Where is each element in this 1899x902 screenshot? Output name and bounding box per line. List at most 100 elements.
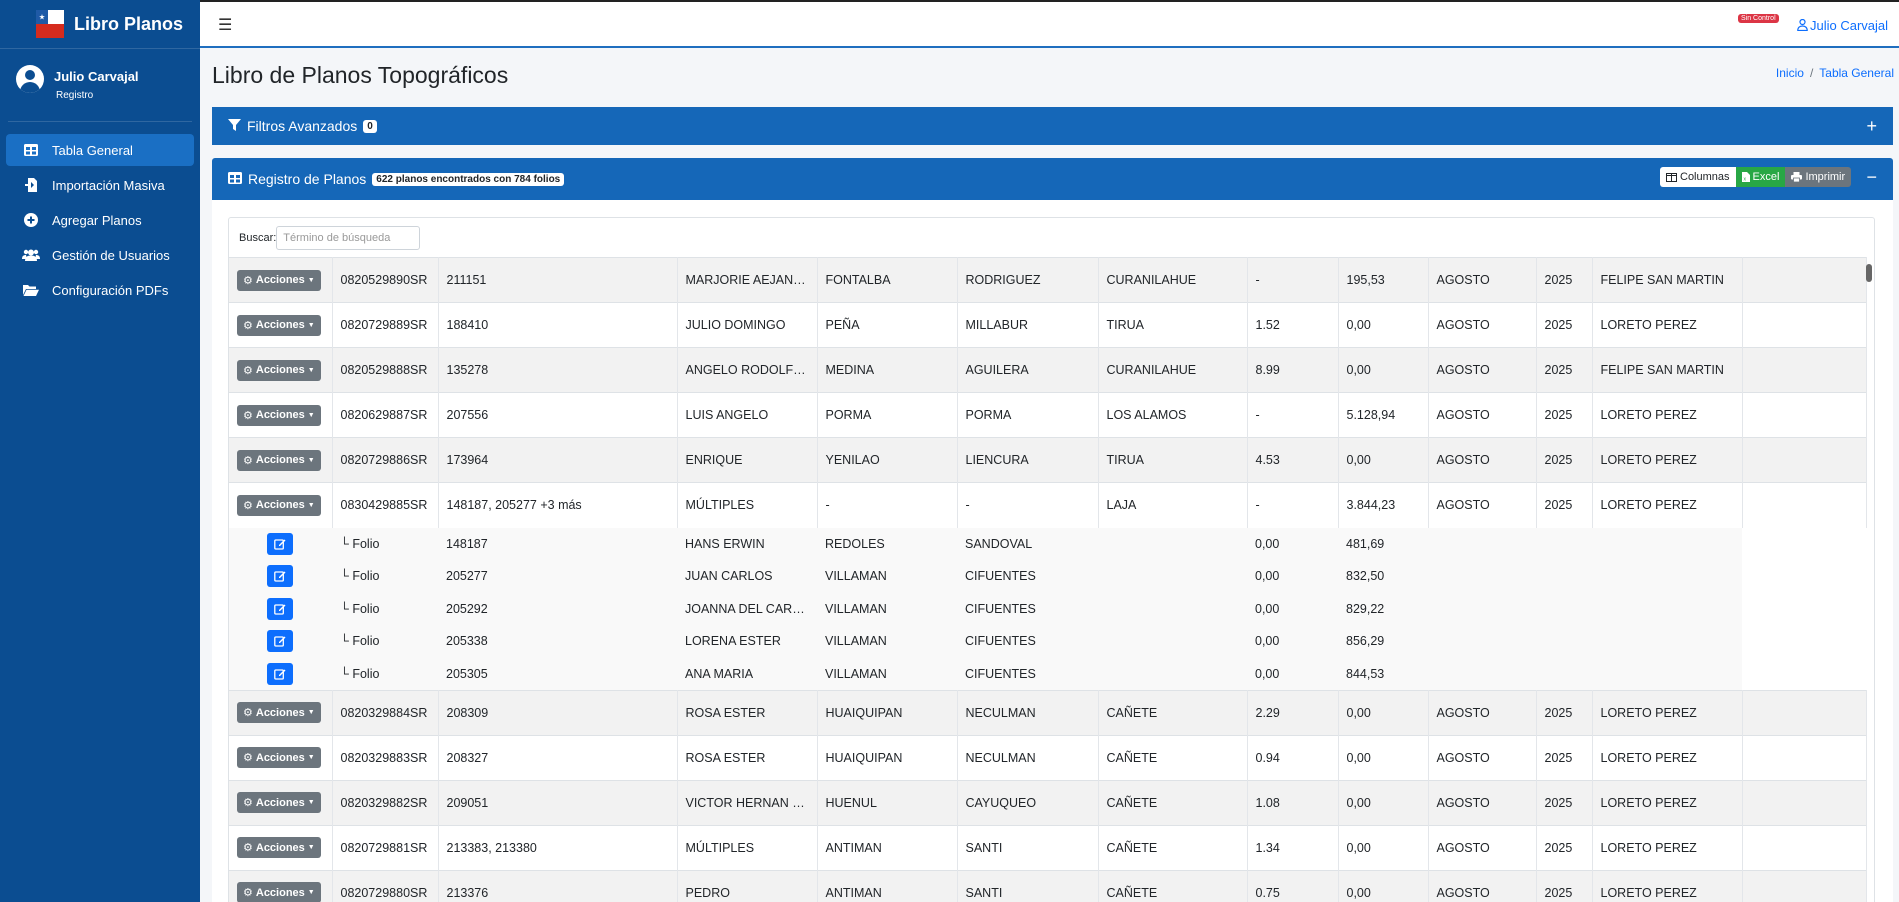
caret-down-icon: ▼ xyxy=(307,501,315,509)
acciones-label: Acciones xyxy=(255,886,305,899)
user-name[interactable]: Julio Carvajal xyxy=(54,69,139,84)
sidebar-item-agregar-planos[interactable]: Agregar Planos xyxy=(6,204,194,236)
acciones-dropdown-button[interactable]: ⚙ Acciones ▼ xyxy=(237,747,321,768)
acciones-cell: ⚙ Acciones ▼ xyxy=(229,824,333,870)
cell-mes: AGOSTO xyxy=(1428,482,1537,528)
cell-mes: AGOSTO xyxy=(1428,734,1537,780)
cell-ha: 4.53 xyxy=(1247,437,1339,483)
edit-folio-button[interactable] xyxy=(267,662,293,685)
cell-resp: LORETO PEREZ xyxy=(1592,824,1743,870)
cell-nombres: MÚLTIPLES xyxy=(677,824,818,870)
cell-nombres: ROSA ESTER xyxy=(677,734,818,780)
cell-nombres: JULIO DOMINGO xyxy=(677,302,818,348)
acciones-dropdown-button[interactable]: ⚙ Acciones ▼ xyxy=(237,449,321,471)
subcell-ap2: CIFUENTES xyxy=(957,625,1098,658)
folio-subrow: └ Folio 205305 ANA MARIA VILLAMAN CIFUENTES 0… xyxy=(229,657,1866,690)
cell-ap2: CAYUQUEO xyxy=(957,779,1099,825)
cell-plano: 0820329884SR xyxy=(332,689,439,735)
cell-resp: LORETO PEREZ xyxy=(1592,392,1743,438)
cell-comuna: TIRUA xyxy=(1098,437,1248,483)
caret-down-icon: ▼ xyxy=(307,889,315,897)
subcell-ha: 0,00 xyxy=(1247,527,1338,560)
acciones-dropdown-button[interactable]: ⚙ Acciones ▼ xyxy=(237,837,321,858)
edit-folio-button[interactable] xyxy=(267,565,293,588)
acciones-dropdown-button[interactable]: ⚙ Acciones ▼ xyxy=(237,494,321,516)
cell-ap1: MEDINA xyxy=(817,347,958,393)
cell-anio: 2025 xyxy=(1536,734,1593,780)
subcell-m2: 844,53 xyxy=(1338,657,1428,690)
brand[interactable]: Libro Planos xyxy=(0,0,200,49)
cell-comuna: CAÑETE xyxy=(1098,734,1248,780)
vertical-scrollbar[interactable] xyxy=(1866,264,1872,282)
acciones-dropdown-button[interactable]: ⚙ Acciones ▼ xyxy=(237,314,321,336)
columnas-button[interactable]: Columnas xyxy=(1660,167,1736,187)
cell-comuna: LAJA xyxy=(1098,482,1248,528)
empty-cell xyxy=(1536,625,1592,658)
acciones-dropdown-button[interactable]: ⚙ Acciones ▼ xyxy=(237,269,321,291)
search-input[interactable] xyxy=(276,225,421,250)
sidebar-item-tabla-general[interactable]: Tabla General xyxy=(6,134,194,166)
sidebar-item-configuracion-pdfs[interactable]: Configuración PDFs xyxy=(6,274,194,306)
subcell-nombres: JUAN CARLOS xyxy=(677,560,817,593)
folio-label: └ Folio xyxy=(332,560,438,593)
cell-comuna: CAÑETE xyxy=(1098,779,1248,825)
cell-ap2: SANTI xyxy=(957,869,1099,902)
cell-plano: 0820729881SR xyxy=(332,824,439,870)
cell-plano: 0820629887SR xyxy=(332,392,439,438)
cell-plano: 0830429885SR xyxy=(332,482,439,528)
collapse-minus-icon[interactable]: − xyxy=(1866,167,1877,188)
cell-folios: 188410 xyxy=(438,302,678,348)
empty-cell xyxy=(1742,869,1867,902)
acciones-dropdown-button[interactable]: ⚙ Acciones ▼ xyxy=(237,359,321,381)
cell-mes: AGOSTO xyxy=(1428,392,1537,438)
registro-summary-badge: 622 planos encontrados con 784 folios xyxy=(372,172,565,186)
caret-down-icon: ▼ xyxy=(307,276,315,284)
edit-folio-button[interactable] xyxy=(267,597,293,620)
cell-ha: 0.75 xyxy=(1247,869,1339,902)
edit-cell xyxy=(229,560,332,593)
imprimir-button[interactable]: Imprimir xyxy=(1785,167,1852,187)
breadcrumb-home-link[interactable]: Inicio xyxy=(1776,66,1804,80)
table-row: ⚙ Acciones ▼ 0820529890SR 211151 MARJORIE AEJ… xyxy=(229,257,1867,303)
cell-folios: 208309 xyxy=(438,689,678,735)
empty-cell xyxy=(1428,560,1536,593)
cell-comuna: CAÑETE xyxy=(1098,689,1248,735)
cell-plano: 0820729880SR xyxy=(332,869,439,902)
subcell-folio: 205338 xyxy=(438,625,677,658)
file-import-icon xyxy=(22,178,40,192)
acciones-dropdown-button[interactable]: ⚙ Acciones ▼ xyxy=(237,702,321,723)
hamburger-menu-icon[interactable]: ☰ xyxy=(218,15,232,35)
edit-folio-button[interactable] xyxy=(267,532,293,555)
empty-cell xyxy=(1098,560,1247,593)
empty-cell xyxy=(1742,392,1867,438)
acciones-dropdown-button[interactable]: ⚙ Acciones ▼ xyxy=(237,404,321,426)
acciones-label: Acciones xyxy=(255,274,305,286)
user-avatar-icon xyxy=(16,65,44,93)
sidebar-item-gestion-usuarios[interactable]: Gestión de Usuarios xyxy=(6,239,194,271)
subcell-m2: 829,22 xyxy=(1338,592,1428,625)
cell-ap1: ANTIMAN xyxy=(817,869,958,902)
gear-icon: ⚙ xyxy=(243,319,253,332)
top-navbar: ☰ Sin Control Julio Carvajal xyxy=(200,0,1899,48)
excel-button[interactable]: x Excel xyxy=(1735,167,1786,187)
subcell-ha: 0,00 xyxy=(1247,592,1338,625)
acciones-label: Acciones xyxy=(255,499,305,512)
edit-folio-button[interactable] xyxy=(267,630,293,653)
cell-folios: 148187, 205277 +3 más xyxy=(438,482,678,528)
cell-mes: AGOSTO xyxy=(1428,869,1537,902)
sidebar: Libro Planos Julio Carvajal Registro Tab… xyxy=(0,0,200,902)
sidebar-item-importacion-masiva[interactable]: Importación Masiva xyxy=(6,169,194,201)
cell-ha: 2.29 xyxy=(1247,689,1339,735)
cell-ap1: FONTALBA xyxy=(817,257,958,303)
cell-ap2: LIENCURA xyxy=(957,437,1099,483)
acciones-dropdown-button[interactable]: ⚙ Acciones ▼ xyxy=(237,882,321,902)
file-excel-icon: x xyxy=(1741,172,1750,182)
export-button-group: Columnas x Excel Imprimir xyxy=(1660,167,1852,187)
columnas-label: Columnas xyxy=(1680,171,1730,183)
filtros-avanzados-header[interactable]: Filtros Avanzados 0 + xyxy=(212,107,1893,145)
expand-plus-icon[interactable]: + xyxy=(1866,116,1877,137)
chile-flag-logo-icon xyxy=(36,10,64,38)
status-badge[interactable]: Sin Control xyxy=(1738,14,1779,23)
acciones-dropdown-button[interactable]: ⚙ Acciones ▼ xyxy=(237,792,321,813)
top-user-menu[interactable]: Julio Carvajal xyxy=(1797,18,1888,33)
